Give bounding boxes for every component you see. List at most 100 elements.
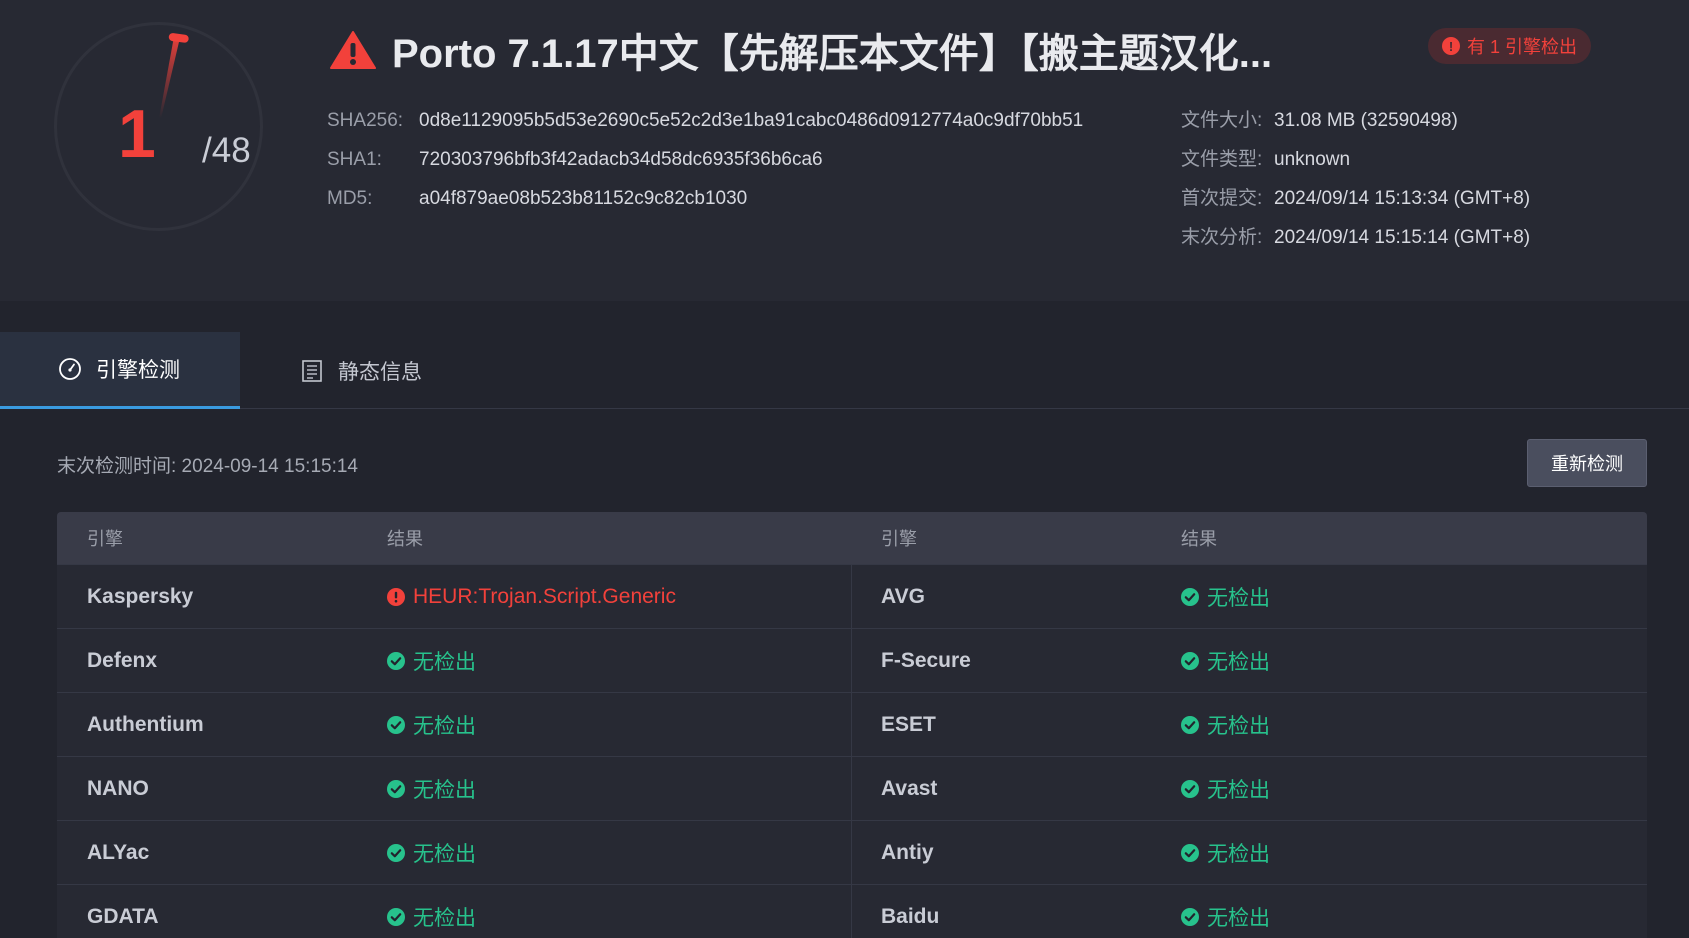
warning-icon [330, 31, 376, 69]
document-list-icon [302, 359, 322, 382]
detection-badge: ! 有 1 引擎检出 [1428, 28, 1592, 64]
engine-result-text: 无检出 [413, 907, 476, 930]
engine-name: Kaspersky [87, 565, 193, 629]
column-header-result: 结果 [1181, 529, 1217, 549]
engine-result: 无检出 [1181, 885, 1270, 938]
engine-name: Baidu [881, 885, 939, 938]
engine-result-text: 无检出 [413, 779, 476, 802]
table-row: NANO 无检出 Avast 无检出 [57, 756, 1647, 821]
engine-result: HEUR:Trojan.Script.Generic [387, 565, 676, 629]
engine-name-text: F-Secure [881, 649, 971, 672]
engine-result-text: 无检出 [1207, 715, 1270, 738]
engine-result: 无检出 [387, 757, 476, 821]
tab-static-info[interactable]: 静态信息 [300, 332, 422, 409]
info-value: 2024/09/14 15:15:14 (GMT+8) [1274, 227, 1531, 248]
engine-name: ALYac [87, 821, 149, 885]
engine-result: 无检出 [387, 885, 476, 938]
last-check-time: 末次检测时间: 2024-09-14 15:15:14 [57, 456, 358, 477]
engine-name: ESET [881, 693, 936, 757]
engine-result: 无检出 [387, 821, 476, 885]
column-divider [851, 757, 852, 821]
file-size: 文件大小: 31.08 MB (32590498) [1181, 101, 1530, 140]
hash-label: SHA1: [327, 149, 382, 170]
detection-gauge: 1 /48 [50, 18, 267, 235]
engine-result-text: 无检出 [1207, 843, 1270, 866]
tab-label: 引擎检测 [96, 359, 180, 382]
column-divider [851, 821, 852, 885]
column-divider [851, 885, 852, 938]
hash-value: 0d8e1129095b5d53e2690c5e52c2d3e1ba91cabc… [419, 110, 1084, 131]
hash-label: SHA256: [327, 110, 404, 131]
engine-name: Avast [881, 757, 937, 821]
engine-name: Authentium [87, 693, 204, 757]
table-row: ALYac 无检出 Antiy 无检出 [57, 820, 1647, 885]
engine-name: NANO [87, 757, 149, 821]
column-header-engine: 引擎 [881, 529, 917, 549]
gauge-icon [59, 358, 81, 380]
hash-value: a04f879ae08b523b81152c9c82cb1030 [419, 188, 748, 209]
engine-result: 无检出 [1181, 629, 1270, 693]
engine-result-text: 无检出 [1207, 907, 1270, 930]
tab-engine-detection[interactable]: 引擎检测 [0, 332, 240, 409]
gauge-tip [168, 33, 189, 43]
column-divider [851, 693, 852, 757]
check-circle-icon [1181, 844, 1199, 862]
last-analyzed: 末次分析: 2024/09/14 15:15:14 (GMT+8) [1181, 218, 1530, 257]
engine-result-text: 无检出 [413, 651, 476, 674]
table-row: Authentium 无检出 ESET 无检出 [57, 692, 1647, 757]
file-title: Porto 7.1.17中文【先解压本文件】【搬主题汉化... [392, 32, 1273, 76]
engine-name: Defenx [87, 629, 157, 693]
check-circle-icon [387, 908, 405, 926]
info-label: 首次提交: [1181, 188, 1263, 209]
tab-bar: 引擎检测 静态信息 [0, 332, 1689, 409]
hash-list: SHA256: 0d8e1129095b5d53e2690c5e52c2d3e1b… [327, 101, 1083, 218]
engine-name: Antiy [881, 821, 934, 885]
engine-results-table: 引擎 结果 引擎 结果 Kaspersky HEUR:Trojan.Script.… [57, 512, 1647, 938]
engine-name-text: ESET [881, 713, 936, 736]
hash-label: MD5: [327, 188, 373, 209]
check-circle-icon [1181, 780, 1199, 798]
exclamation-icon: ! [1442, 37, 1460, 55]
column-header-result: 结果 [387, 529, 423, 549]
engine-name-text: Authentium [87, 713, 204, 736]
engine-name: F-Secure [881, 629, 971, 693]
hash-value: 720303796bfb3f42adacb34d58dc6935f36b6ca6 [419, 149, 823, 170]
check-circle-icon [1181, 588, 1199, 606]
tab-label: 静态信息 [338, 360, 422, 384]
first-submitted: 首次提交: 2024/09/14 15:13:34 (GMT+8) [1181, 179, 1530, 218]
info-label: 末次分析: [1181, 227, 1263, 248]
engine-result-text: 无检出 [1207, 651, 1270, 674]
rescan-button[interactable]: 重新检测 [1527, 439, 1647, 487]
table-body: Kaspersky HEUR:Trojan.Script.Generic AVG 无检… [57, 564, 1647, 938]
info-value: 31.08 MB (32590498) [1274, 110, 1458, 131]
check-circle-icon [1181, 652, 1199, 670]
info-label: 文件类型: [1181, 149, 1263, 170]
gauge-ring [54, 22, 263, 231]
table-row: Defenx 无检出 F-Secure 无检出 [57, 628, 1647, 693]
engine-name: AVG [881, 565, 925, 629]
column-header-engine: 引擎 [87, 529, 123, 549]
engine-name-text: Baidu [881, 905, 940, 928]
hash-sha256: SHA256: 0d8e1129095b5d53e2690c5e52c2d3e1b… [327, 101, 1083, 140]
info-value: 2024/09/14 15:13:34 (GMT+8) [1274, 188, 1531, 209]
table-header: 引擎 结果 引擎 结果 [57, 512, 1647, 564]
table-row: Kaspersky HEUR:Trojan.Script.Generic AVG 无检… [57, 564, 1647, 629]
engine-name-text: Kaspersky [87, 585, 194, 608]
check-circle-icon [1181, 908, 1199, 926]
engine-result: 无检出 [1181, 757, 1270, 821]
engine-name-text: ALYac [87, 841, 150, 864]
engine-result: 无检出 [1181, 821, 1270, 885]
detected-count: 1 [118, 96, 156, 172]
exclamation-circle-icon [387, 588, 405, 606]
file-type: 文件类型: unknown [1181, 140, 1530, 179]
engine-total: /48 [202, 131, 251, 170]
check-circle-icon [387, 652, 405, 670]
info-value: unknown [1274, 149, 1351, 170]
detection-badge-label: 有 1 引擎检出 [1467, 37, 1578, 57]
column-divider [851, 565, 852, 629]
engine-name-text: AVG [881, 585, 925, 608]
engine-result-text: 无检出 [1207, 587, 1270, 610]
engine-name-text: GDATA [87, 905, 159, 928]
engine-result: 无检出 [387, 629, 476, 693]
check-circle-icon [387, 780, 405, 798]
